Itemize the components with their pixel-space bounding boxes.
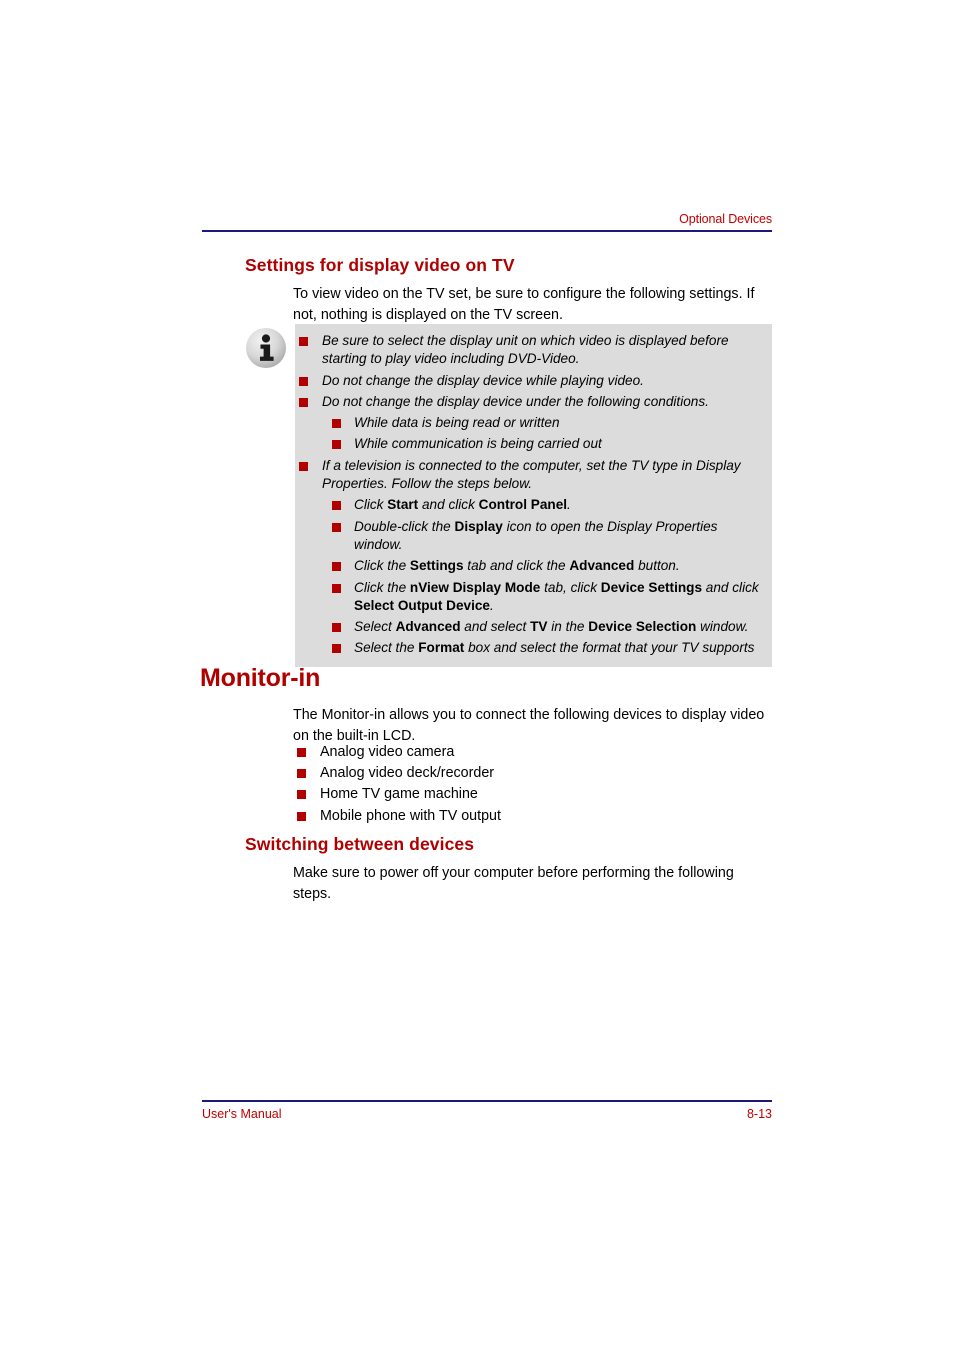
bullet-square-icon bbox=[297, 769, 306, 779]
info-sublist-item: Double-click the Display icon to open th… bbox=[295, 518, 772, 555]
list-item: Analog video camera bbox=[297, 742, 737, 763]
info-item-text: Select Advanced and select TV in the Dev… bbox=[354, 619, 749, 635]
chapter-title: Optional Devices bbox=[679, 212, 772, 226]
list-item-label: Home TV game machine bbox=[320, 786, 478, 803]
info-sublist-item: Select Advanced and select TV in the Dev… bbox=[295, 618, 772, 636]
info-list-item: If a television is connected to the comp… bbox=[295, 457, 772, 494]
bullet-square-icon bbox=[297, 790, 306, 800]
bullet-square-icon bbox=[299, 337, 308, 346]
info-list-item: Do not change the display device while p… bbox=[295, 372, 772, 390]
page-number: 8-13 bbox=[746, 1107, 772, 1121]
info-item-text: Click Start and click Control Panel. bbox=[354, 497, 571, 513]
bullet-square-icon bbox=[332, 419, 341, 429]
bullet-square-icon bbox=[332, 440, 341, 450]
list-item-label: Mobile phone with TV output bbox=[320, 807, 501, 824]
info-item-text: Do not change the display device under t… bbox=[322, 393, 709, 409]
bullet-square-icon bbox=[332, 644, 341, 654]
info-list-item: Be sure to select the display unit on wh… bbox=[295, 332, 772, 369]
info-sublist-item: While data is being read or written bbox=[295, 414, 772, 432]
heading-settings-for-display-video-on-tv: Settings for display video on TV bbox=[245, 255, 515, 275]
monitor-in-device-list: Analog video camera Analog video deck/re… bbox=[297, 742, 737, 827]
manual-label: User's Manual bbox=[202, 1107, 282, 1121]
bullet-square-icon bbox=[332, 522, 341, 532]
bullet-square-icon bbox=[332, 562, 341, 572]
info-sublist-item: Select the Format box and select the for… bbox=[295, 639, 772, 657]
monitor-in-intro-paragraph: The Monitor-in allows you to connect the… bbox=[293, 707, 765, 744]
heading-switching-between-devices: Switching between devices bbox=[245, 834, 475, 854]
page-header: Optional Devices bbox=[202, 212, 772, 232]
footer-rule bbox=[202, 1100, 772, 1102]
list-item-label: Analog video camera bbox=[320, 744, 455, 760]
info-list-item: Do not change the display device under t… bbox=[295, 393, 772, 411]
info-sublist-item: While communication is being carried out bbox=[295, 435, 772, 453]
info-item-text: Do not change the display device while p… bbox=[322, 372, 644, 388]
bullet-square-icon bbox=[332, 623, 341, 633]
info-item-text: Be sure to select the display unit on wh… bbox=[322, 333, 729, 367]
info-item-text: Click the Settings tab and click the Adv… bbox=[354, 558, 680, 574]
document-page: Optional Devices Settings for display vi… bbox=[0, 0, 954, 1351]
list-item: Home TV game machine bbox=[297, 784, 737, 805]
info-sublist-item: Click the nView Display Mode tab, click … bbox=[295, 579, 772, 616]
bullet-square-icon bbox=[297, 748, 306, 757]
heading-monitor-in: Monitor-in bbox=[200, 664, 321, 692]
bullet-square-icon bbox=[332, 501, 341, 511]
page-footer: User's Manual 8-13 bbox=[202, 1100, 772, 1121]
list-item-label: Analog video deck/recorder bbox=[320, 765, 495, 782]
bullet-square-icon bbox=[299, 376, 308, 386]
bullet-square-icon bbox=[332, 583, 341, 593]
info-icon bbox=[245, 327, 287, 369]
bullet-square-icon bbox=[297, 811, 306, 821]
info-item-text: While data is being read or written bbox=[354, 415, 560, 431]
header-rule bbox=[202, 230, 772, 232]
bullet-square-icon bbox=[299, 397, 308, 407]
info-item-text: While communication is being carried out bbox=[354, 436, 602, 452]
info-item-text: Click the nView Display Mode tab, click … bbox=[354, 579, 759, 613]
info-note-box: Be sure to select the display unit on wh… bbox=[295, 324, 772, 667]
info-item-text: Select the Format box and select the for… bbox=[354, 640, 755, 656]
switching-intro-paragraph: Make sure to power off your computer bef… bbox=[293, 865, 734, 902]
settings-intro-paragraph: To view video on the TV set, be sure to … bbox=[293, 286, 755, 323]
list-item: Analog video deck/recorder bbox=[297, 763, 737, 784]
info-sublist-item: Click Start and click Control Panel. bbox=[295, 496, 772, 514]
info-item-text: Double-click the Display icon to open th… bbox=[354, 518, 718, 552]
info-item-text: If a television is connected to the comp… bbox=[322, 457, 741, 492]
info-sublist-item: Click the Settings tab and click the Adv… bbox=[295, 557, 772, 575]
list-item: Mobile phone with TV output bbox=[297, 806, 737, 827]
bullet-square-icon bbox=[299, 461, 308, 471]
